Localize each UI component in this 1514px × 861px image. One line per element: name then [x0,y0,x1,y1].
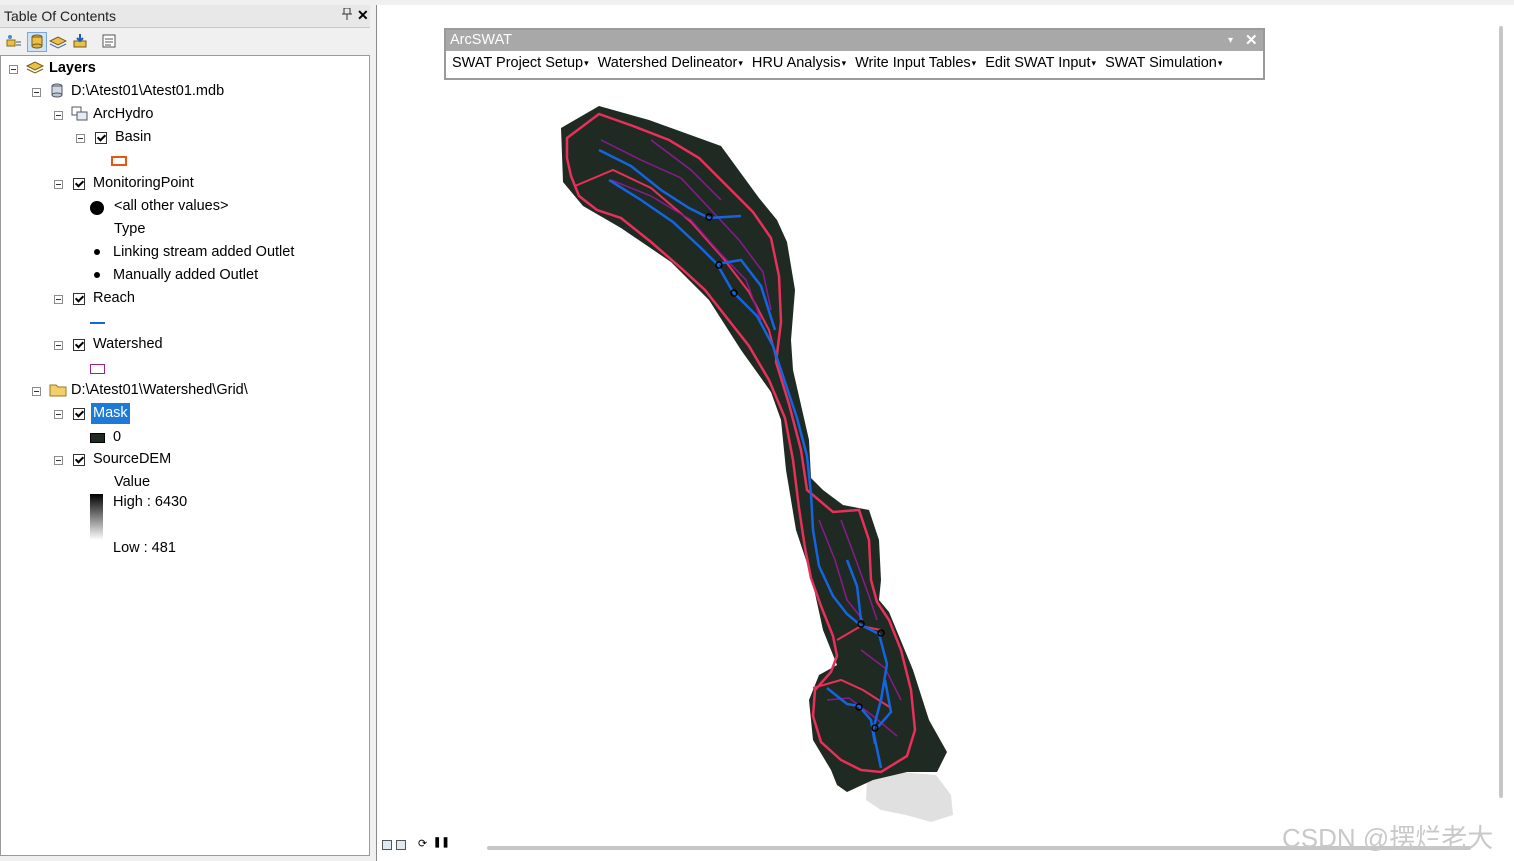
collapse-monitoringpoint-icon[interactable] [54,180,63,189]
collapse-layers-icon[interactable] [9,65,18,74]
folder-icon [49,382,67,401]
basin-label[interactable]: Basin [115,128,151,146]
toc-title: Table Of Contents [4,8,117,24]
arcswat-title: ArcSWAT [450,32,513,48]
layout-view-button[interactable] [396,840,406,850]
mask-value-label: 0 [113,429,122,445]
reach-visibility-checkbox[interactable] [73,293,85,305]
collapse-archydro-icon[interactable] [54,111,63,120]
map-view[interactable] [376,5,1514,861]
menu-watershed-delineator[interactable]: Watershed Delineator▾ [598,55,743,71]
basin-visibility-checkbox[interactable] [95,132,107,144]
all-other-values-symbol[interactable] [90,201,104,215]
database-icon [49,83,65,102]
dem-raster-patch [866,772,953,822]
list-by-source-icon[interactable] [27,32,47,52]
all-other-values-label: <all other values> [114,198,229,214]
arcswat-toolbar: ArcSWAT ▾ ✕ SWAT Project Setup▾ Watershe… [444,28,1265,80]
collapse-mdb-icon[interactable] [32,88,41,97]
watershed-symbol[interactable] [90,364,105,374]
menu-edit-swat-input[interactable]: Edit SWAT Input▾ [985,55,1096,71]
sourcedem-label[interactable]: SourceDEM [93,450,171,468]
manual-outlet-symbol[interactable] [94,272,100,278]
mask-area [561,106,947,792]
feature-dataset-icon [71,106,89,125]
mask-label[interactable]: Mask [91,403,130,424]
list-by-selection-icon[interactable] [71,32,91,52]
linking-outlet-symbol[interactable] [94,249,100,255]
map-canvas[interactable] [377,5,1514,861]
toolbar-options-icon[interactable]: ▾ [1228,35,1233,46]
dem-color-ramp[interactable] [90,494,103,540]
collapse-grid-folder-icon[interactable] [32,387,41,396]
reach-label[interactable]: Reach [93,289,135,307]
mdb-source-label[interactable]: D:\Atest01\Atest01.mdb [71,82,224,100]
arcswat-title-bar[interactable]: ArcSWAT ▾ ✕ [446,30,1263,51]
map-vertical-scrollbar[interactable] [1499,26,1503,798]
toc-title-bar: Table Of Contents ✕ [0,5,370,28]
mask-fill-symbol[interactable] [90,433,105,443]
menu-hru-analysis[interactable]: HRU Analysis▾ [752,55,846,71]
grid-folder-label[interactable]: D:\Atest01\Watershed\Grid\ [71,381,248,399]
pin-icon[interactable] [342,7,352,23]
sourcedem-visibility-checkbox[interactable] [73,454,85,466]
layers-label[interactable]: Layers [49,59,96,77]
type-field-label: Type [114,221,146,237]
data-view-button[interactable] [382,840,392,850]
collapse-watershed-icon[interactable] [54,341,63,350]
arcswat-close-icon[interactable]: ✕ [1245,31,1258,49]
watershed-label[interactable]: Watershed [93,335,163,353]
toc-close-icon[interactable]: ✕ [357,7,369,24]
collapse-mask-icon[interactable] [54,410,63,419]
menu-write-input-tables[interactable]: Write Input Tables▾ [855,55,976,71]
toc-toolbar [0,29,370,55]
list-by-visibility-icon[interactable] [48,32,69,52]
arcswat-menu: SWAT Project Setup▾ Watershed Delineator… [452,55,1227,75]
collapse-reach-icon[interactable] [54,295,63,304]
reach-line-symbol[interactable] [90,322,105,324]
list-by-drawing-order-icon[interactable] [5,32,25,52]
linking-outlet-label: Linking stream added Outlet [113,244,295,260]
watermark: CSDN @摆烂老大 [1282,823,1494,853]
table-of-contents-pane: Table Of Contents ✕ Layers D:\Atest01\At… [0,0,372,861]
collapse-basin-icon[interactable] [76,134,85,143]
dem-high-label: High : 6430 [113,494,188,510]
watershed-visibility-checkbox[interactable] [73,339,85,351]
manual-outlet-label: Manually added Outlet [113,267,259,283]
menu-swat-simulation[interactable]: SWAT Simulation▾ [1105,55,1222,71]
layer-tree: Layers D:\Atest01\Atest01.mdb ArcHydro B… [0,55,370,856]
menu-swat-project-setup[interactable]: SWAT Project Setup▾ [452,55,589,71]
mask-visibility-checkbox[interactable] [73,408,85,420]
pause-icon[interactable]: ❚❚ [433,837,450,848]
collapse-sourcedem-icon[interactable] [54,456,63,465]
dem-low-label: Low : 481 [113,540,176,556]
archydro-label[interactable]: ArcHydro [93,105,153,123]
options-icon[interactable] [100,32,120,52]
layers-icon [25,60,45,79]
basin-symbol[interactable] [111,156,127,166]
refresh-icon[interactable]: ⟳ [418,837,427,850]
dem-value-field-label: Value [114,474,151,490]
monitoringpoint-visibility-checkbox[interactable] [73,178,85,190]
monitoringpoint-label[interactable]: MonitoringPoint [93,174,194,192]
